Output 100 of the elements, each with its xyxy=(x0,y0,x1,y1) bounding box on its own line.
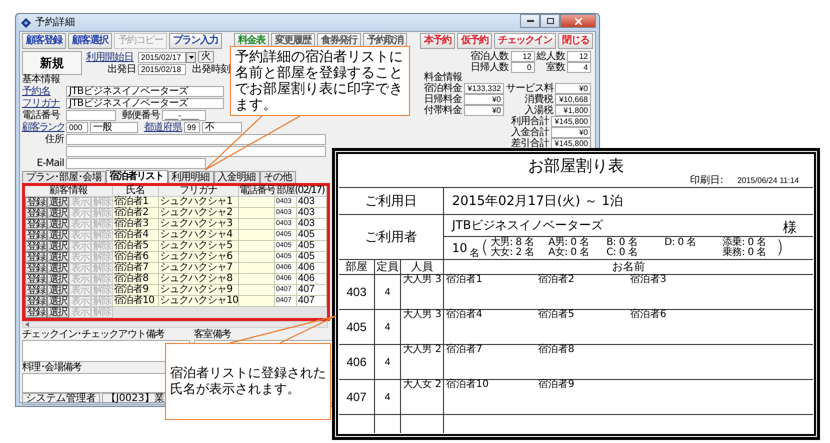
text-field[interactable] xyxy=(66,158,206,168)
dropdown-button[interactable] xyxy=(186,52,196,62)
row-button[interactable]: 選択 xyxy=(47,274,69,285)
text-field[interactable] xyxy=(66,146,326,156)
maximize-button[interactable] xyxy=(540,14,560,28)
amount-field[interactable]: ¥0 xyxy=(464,94,504,105)
column-header: 氏名 xyxy=(113,186,159,197)
minimize-icon xyxy=(526,20,534,22)
toolbar-button[interactable]: 閉じる xyxy=(558,33,593,49)
amount-field[interactable]: ¥0 xyxy=(551,127,591,138)
guest-name: 宿泊者7 xyxy=(446,345,484,355)
amount-field[interactable]: ¥1,800 xyxy=(555,105,591,116)
field-label: 利用合計 xyxy=(511,116,549,127)
row-button[interactable]: 選択 xyxy=(47,307,69,318)
row-button[interactable]: 選択 xyxy=(47,230,69,241)
text-field[interactable]: 000 xyxy=(66,122,88,132)
toolbar-button[interactable]: 仮予約 xyxy=(457,33,492,49)
toolbar-button[interactable]: 顧客選択 xyxy=(68,33,112,49)
row-button[interactable]: 登録 xyxy=(25,219,47,230)
number-field[interactable]: 4 xyxy=(567,62,591,73)
toolbar-button[interactable]: 顧客登録 xyxy=(22,33,66,49)
party-count: 3 xyxy=(435,310,441,320)
row-button[interactable]: 選択 xyxy=(47,285,69,296)
text-field[interactable]: 99 xyxy=(184,122,200,132)
text-field[interactable] xyxy=(66,134,326,144)
amount-field[interactable]: ¥0 xyxy=(464,105,504,116)
guest-name: 宿泊者6 xyxy=(630,310,668,320)
field-label: チェックイン･チェックアウト備考 xyxy=(22,329,164,340)
tab[interactable]: 入金明細 xyxy=(214,171,260,183)
close-button[interactable] xyxy=(560,14,596,28)
amount-field[interactable]: ¥0 xyxy=(555,83,591,94)
column-header: 部屋 xyxy=(339,260,375,274)
tab[interactable]: 宿泊者リスト xyxy=(106,170,168,183)
toolbar-button[interactable]: プラン入力 xyxy=(169,33,222,49)
scroll-left-icon[interactable] xyxy=(25,322,29,327)
number-field[interactable]: 12 xyxy=(510,51,534,62)
count-text: 大女: 2 名 xyxy=(490,248,536,258)
row-button[interactable]: 登録 xyxy=(25,263,47,274)
row-button[interactable]: 登録 xyxy=(25,274,47,285)
table-cell: シュクハクシャ8 xyxy=(159,274,239,285)
minimize-button[interactable] xyxy=(520,14,540,28)
field-label: 出発時刻 xyxy=(192,64,230,74)
field-label: 住所 xyxy=(44,134,64,144)
scrollbar[interactable] xyxy=(22,321,328,328)
column-header: フリガナ xyxy=(159,186,239,197)
row-button[interactable]: 登録 xyxy=(25,208,47,219)
row-button[interactable]: 登録 xyxy=(25,252,47,263)
row-button[interactable]: 登録 xyxy=(25,230,47,241)
amount-field[interactable]: ¥145,800 xyxy=(551,138,591,149)
row-button[interactable]: 登録 xyxy=(25,285,47,296)
text-field[interactable]: JTBビジネスイノベーターズ xyxy=(66,86,224,96)
date-field[interactable]: 2015/02/18 xyxy=(138,64,186,74)
text-field[interactable]: 一般 xyxy=(90,122,138,132)
weekday-button[interactable]: 火 xyxy=(198,51,214,63)
field-label: 付帯料金 xyxy=(424,105,462,116)
guest-name: 宿泊者2 xyxy=(538,275,576,285)
table-cell: シュクハクシャ6 xyxy=(159,252,239,263)
row-button[interactable]: 登録 xyxy=(25,307,47,318)
field-label: 宿泊人数 xyxy=(470,51,508,62)
field-label: 出発日 xyxy=(106,64,136,74)
mode-label: 新規 xyxy=(22,51,82,75)
party-count: 2 xyxy=(435,380,441,390)
capacity: 4 xyxy=(375,380,401,414)
row-button[interactable]: 登録 xyxy=(25,197,47,208)
room-number: 405 xyxy=(339,310,375,344)
print-date: 2015/06/24 11:14 xyxy=(737,176,799,187)
row-button[interactable]: 登録 xyxy=(25,296,47,307)
total-count: 10 xyxy=(452,242,468,254)
field-label: 電話番号 xyxy=(22,110,61,120)
table-cell: シュクハクシャ4 xyxy=(159,230,239,241)
amount-field[interactable]: ¥145,800 xyxy=(551,116,591,127)
row-button[interactable]: 選択 xyxy=(47,197,69,208)
text-field[interactable]: ___-____ xyxy=(162,110,206,120)
tab[interactable]: その他 xyxy=(260,171,296,183)
tab[interactable]: 利用明細 xyxy=(168,171,214,183)
amount-field[interactable]: ¥10,668 xyxy=(555,94,591,105)
text-field[interactable]: JTBビジネスイノベーターズ xyxy=(66,98,224,108)
table-cell: 407 xyxy=(297,285,327,296)
row-button[interactable]: 選択 xyxy=(47,296,69,307)
window-title: 予約詳細 xyxy=(35,17,75,28)
row-button[interactable]: 登録 xyxy=(25,241,47,252)
number-field[interactable]: 0 xyxy=(510,62,534,73)
row-button[interactable]: 選択 xyxy=(47,263,69,274)
field-label: 宿泊料金 xyxy=(424,83,462,94)
row-button[interactable]: 選択 xyxy=(47,241,69,252)
toolbar-button[interactable]: 本予約 xyxy=(420,33,455,49)
row-button[interactable]: 選択 xyxy=(47,208,69,219)
toolbar-button[interactable]: チェックイン xyxy=(494,33,556,49)
field-label: 都道府県 xyxy=(144,122,182,132)
row-button[interactable]: 選択 xyxy=(47,219,69,230)
text-field[interactable] xyxy=(66,110,116,120)
date-field[interactable]: 2015/02/17 xyxy=(138,52,186,62)
tab[interactable]: プラン･部屋･会場 xyxy=(22,171,106,183)
count-text: C: 0 名 xyxy=(606,248,639,258)
number-field[interactable]: 12 xyxy=(567,51,591,62)
field-label: 日帰人数 xyxy=(470,62,508,73)
table-cell xyxy=(239,241,275,252)
row-button[interactable]: 選択 xyxy=(47,252,69,263)
amount-field[interactable]: ¥133,332 xyxy=(464,83,504,94)
text-field[interactable]: 不 xyxy=(202,122,242,132)
